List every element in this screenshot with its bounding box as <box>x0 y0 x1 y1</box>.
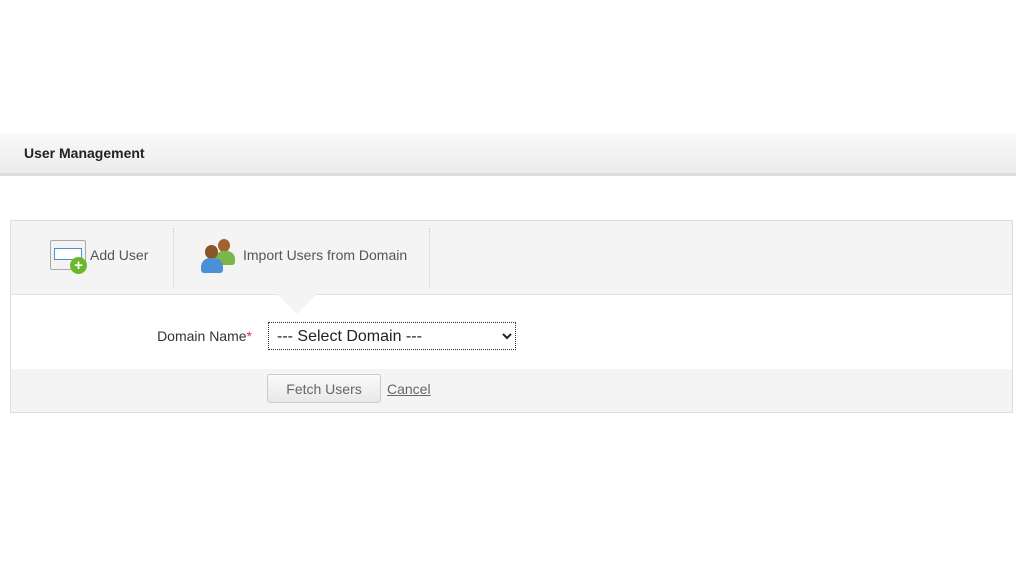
import-users-label: Import Users from Domain <box>243 246 408 263</box>
import-users-button[interactable]: Import Users from Domain <box>201 221 407 288</box>
toolbar: + Add User Import Users from Domain <box>11 221 1012 295</box>
domain-name-label: Domain Name* <box>157 328 252 344</box>
page-header: User Management <box>0 133 1016 176</box>
add-user-icon: + <box>50 239 87 274</box>
add-user-label: Add User <box>90 246 149 263</box>
divider <box>429 228 430 288</box>
users-icon <box>201 237 239 273</box>
domain-select[interactable]: --- Select Domain --- <box>268 322 516 350</box>
fetch-users-button[interactable]: Fetch Users <box>267 374 381 403</box>
add-user-button[interactable]: + Add User <box>50 221 148 288</box>
page-title: User Management <box>24 145 145 161</box>
divider <box>173 228 174 288</box>
required-mark: * <box>246 328 252 344</box>
user-management-panel: + Add User Import Users from Domain Doma… <box>10 220 1013 413</box>
cancel-link[interactable]: Cancel <box>387 381 431 397</box>
tab-pointer <box>277 294 317 314</box>
domain-form: Domain Name* --- Select Domain --- <box>11 294 1012 369</box>
